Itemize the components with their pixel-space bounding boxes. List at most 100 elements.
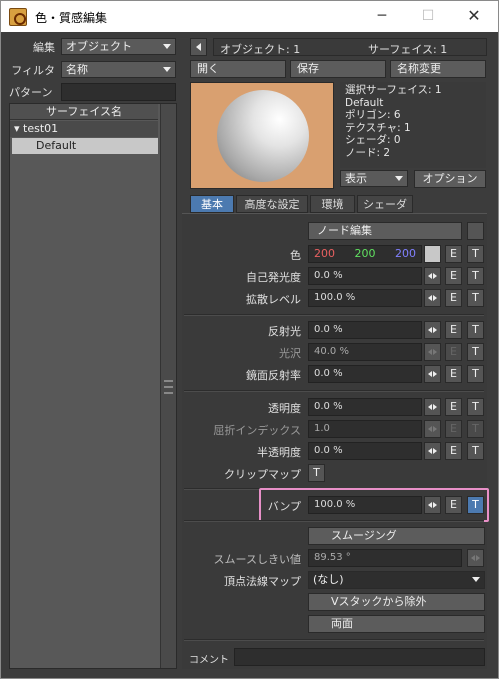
translucency-slider-button[interactable] <box>424 442 441 460</box>
chevron-down-icon <box>472 577 480 582</box>
tree-item-child[interactable]: Default <box>12 138 158 154</box>
color-field[interactable]: 200 200 200 <box>308 245 422 263</box>
gloss-slider-button[interactable] <box>424 343 441 361</box>
collapse-left-button[interactable] <box>190 38 207 56</box>
color-swatch[interactable] <box>424 245 441 263</box>
bump-texture-button[interactable]: T <box>467 496 484 514</box>
surface-editor-window: 色・質感編集 ─ ☐ ✕ 編集 オブジェクト フィルタ 名称 パターン サーフェ… <box>0 0 499 679</box>
tree-item-child-label: Default <box>36 139 77 152</box>
reflection-slider-button[interactable] <box>424 365 441 383</box>
diffuse-label: 拡散レベル <box>246 293 301 306</box>
info-polygons: ポリゴン: 6 <box>345 109 401 121</box>
smooth-threshold-input[interactable]: 89.53 ° <box>308 549 462 567</box>
refraction-slider-button[interactable] <box>424 420 441 438</box>
smoothing-button[interactable]: スムージング <box>308 527 485 545</box>
tree-item-parent[interactable]: ▾ test01 <box>10 121 158 137</box>
tab-basic[interactable]: 基本 <box>190 195 234 213</box>
open-button[interactable]: 開く <box>190 60 286 78</box>
comment-input[interactable] <box>234 648 485 666</box>
color-blue-value: 200 <box>395 247 416 260</box>
luminosity-slider-button[interactable] <box>424 267 441 285</box>
surface-info: 選択サーフェイス: 1 Default ポリゴン: 6 テクスチャ: 1 シェー… <box>340 82 486 168</box>
node-edit-button[interactable]: ノード編集 <box>308 222 462 240</box>
double-sided-button[interactable]: 両面 <box>308 615 485 633</box>
diffuse-slider-button[interactable] <box>424 289 441 307</box>
specular-slider-button[interactable] <box>424 321 441 339</box>
refraction-texture-button[interactable]: T <box>467 420 484 438</box>
tab-advanced[interactable]: 高度な設定 <box>236 195 308 213</box>
close-button[interactable]: ✕ <box>451 1 497 32</box>
specular-label: 反射光 <box>268 325 301 338</box>
gloss-texture-button[interactable]: T <box>467 343 484 361</box>
bump-input[interactable]: 100.0 % <box>308 496 422 514</box>
color-red-value: 200 <box>314 247 335 260</box>
luminosity-input[interactable]: 0.0 % <box>308 267 422 285</box>
filter-label: フィルタ <box>11 64 55 77</box>
vertex-normal-select[interactable]: (なし) <box>308 571 485 589</box>
clipmap-texture-button[interactable]: T <box>308 464 325 482</box>
transparency-input[interactable]: 0.0 % <box>308 398 422 416</box>
filter-select-value: 名称 <box>66 63 88 76</box>
bump-slider-button[interactable] <box>424 496 441 514</box>
display-select[interactable]: 表示 <box>340 170 408 187</box>
specular-input[interactable]: 0.0 % <box>308 321 422 339</box>
tab-shader[interactable]: シェーダ <box>357 195 413 213</box>
translucency-texture-button[interactable]: T <box>467 442 484 460</box>
color-label: 色 <box>290 249 301 262</box>
preview-sphere <box>217 90 309 182</box>
diffuse-input[interactable]: 100.0 % <box>308 289 422 307</box>
gloss-input[interactable]: 40.0 % <box>308 343 422 361</box>
specular-texture-button[interactable]: T <box>467 321 484 339</box>
smooth-threshold-slider-button[interactable] <box>467 549 484 567</box>
transparency-texture-button[interactable]: T <box>467 398 484 416</box>
surface-count: サーフェイス: 1 <box>368 43 448 56</box>
luminosity-label: 自己発光度 <box>246 271 301 284</box>
diffuse-envelope-button[interactable]: E <box>445 289 462 307</box>
diffuse-texture-button[interactable]: T <box>467 289 484 307</box>
divider <box>184 639 484 641</box>
maximize-button[interactable]: ☐ <box>405 1 451 32</box>
luminosity-envelope-button[interactable]: E <box>445 267 462 285</box>
save-button[interactable]: 保存 <box>290 60 386 78</box>
transparency-envelope-button[interactable]: E <box>445 398 462 416</box>
refraction-label: 屈折インデックス <box>213 424 301 437</box>
refraction-envelope-button[interactable]: E <box>445 420 462 438</box>
tab-environment[interactable]: 環境 <box>310 195 355 213</box>
exclude-vstack-button[interactable]: Vスタックから除外 <box>308 593 485 611</box>
tree-item-parent-label: test01 <box>23 122 59 135</box>
reflection-input[interactable]: 0.0 % <box>308 365 422 383</box>
edit-select[interactable]: オブジェクト <box>61 38 176 55</box>
expand-triangle-icon: ▾ <box>14 122 24 135</box>
gloss-envelope-button[interactable]: E <box>445 343 462 361</box>
bump-label: バンプ <box>267 500 301 513</box>
options-button[interactable]: オプション <box>414 170 486 188</box>
translucency-envelope-button[interactable]: E <box>445 442 462 460</box>
surface-preview[interactable] <box>190 82 334 189</box>
scroll-grip-icon <box>164 380 173 394</box>
gloss-label: 光沢 <box>279 347 301 360</box>
app-icon <box>9 8 27 26</box>
transparency-slider-button[interactable] <box>424 398 441 416</box>
object-info-bar: オブジェクト: 1 サーフェイス: 1 <box>213 38 487 56</box>
info-name: Default <box>345 96 384 109</box>
translucency-label: 半透明度 <box>257 446 301 459</box>
edit-label: 編集 <box>33 41 55 54</box>
color-envelope-button[interactable]: E <box>445 245 462 263</box>
reflection-texture-button[interactable]: T <box>467 365 484 383</box>
rename-button[interactable]: 名称変更 <box>390 60 486 78</box>
filter-select[interactable]: 名称 <box>61 61 176 78</box>
node-edit-toggle[interactable] <box>467 222 484 240</box>
specular-envelope-button[interactable]: E <box>445 321 462 339</box>
pattern-input[interactable] <box>61 83 176 101</box>
list-scrollbar[interactable] <box>160 104 176 668</box>
luminosity-texture-button[interactable]: T <box>467 267 484 285</box>
clipmap-label: クリップマップ <box>224 468 301 481</box>
translucency-input[interactable]: 0.0 % <box>308 442 422 460</box>
bump-envelope-button[interactable]: E <box>445 496 462 514</box>
refraction-input[interactable]: 1.0 <box>308 420 422 438</box>
reflection-envelope-button[interactable]: E <box>445 365 462 383</box>
minimize-button[interactable]: ─ <box>359 1 405 32</box>
color-texture-button[interactable]: T <box>467 245 484 263</box>
object-count: オブジェクト: 1 <box>220 43 301 56</box>
vertex-normal-value: (なし) <box>313 573 344 586</box>
